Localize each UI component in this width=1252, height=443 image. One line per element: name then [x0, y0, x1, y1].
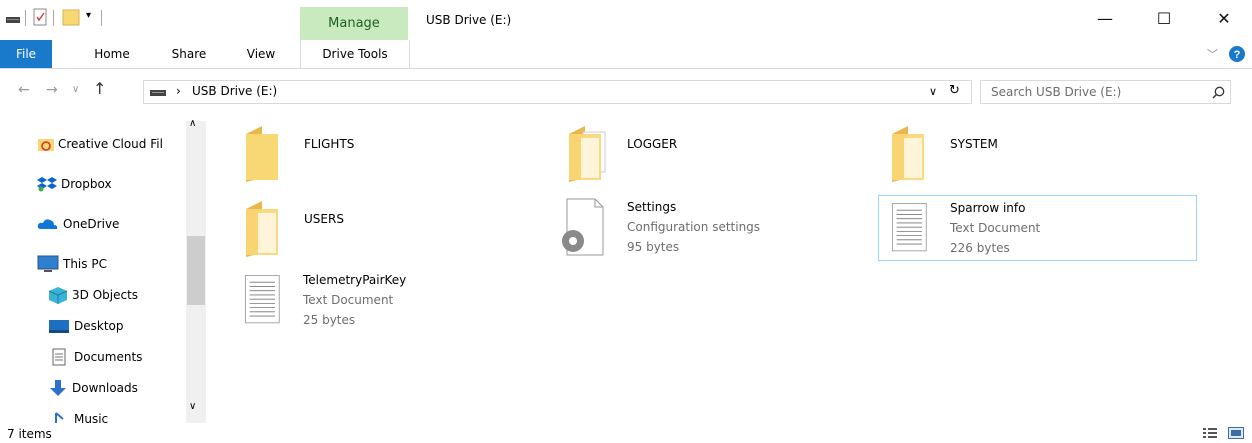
address-dropdown-icon[interactable]: ∨	[929, 85, 937, 98]
nav-item-label: 3D Objects	[72, 288, 139, 302]
creative-cloud-icon	[38, 139, 54, 151]
title-bar: ▾ Manage USB Drive (E:) — ☐ ✕	[0, 0, 1252, 40]
text-file-icon	[891, 203, 927, 252]
ribbon-tabs: File Home Share View Drive Tools ﹀ ?	[0, 40, 1252, 69]
file-item-telemetrypairkey[interactable]: TelemetryPairKey Text Document 25 bytes	[242, 268, 542, 334]
documents-icon	[52, 348, 66, 366]
qat-divider	[53, 10, 54, 26]
onedrive-icon	[37, 219, 58, 229]
ribbon-expand-icon[interactable]: ﹀	[1207, 46, 1218, 62]
search-icon[interactable]	[1212, 86, 1225, 99]
window-title: USB Drive (E:)	[426, 13, 512, 27]
large-icons-view-icon[interactable]	[1228, 427, 1244, 439]
forward-icon[interactable]: →	[46, 82, 58, 98]
nav-item-this-pc[interactable]: This PC	[37, 252, 107, 276]
nav-item-label: OneDrive	[63, 217, 120, 231]
recent-locations-icon[interactable]: ∨	[72, 84, 79, 95]
address-bar[interactable]: › USB Drive (E:) ∨ ↻	[143, 80, 972, 104]
nav-item-downloads[interactable]: Downloads	[48, 376, 138, 400]
qat-divider	[101, 10, 102, 26]
properties-icon[interactable]	[33, 8, 47, 26]
file-item-logger[interactable]: LOGGER	[565, 120, 865, 186]
close-button[interactable]: ✕	[1202, 0, 1246, 36]
nav-item-label: Music	[74, 412, 109, 423]
nav-item-label: Downloads	[72, 381, 138, 395]
folder-icon	[246, 126, 278, 182]
file-size: 95 bytes	[627, 240, 680, 254]
navigation-pane: Creative Cloud Fil Dropbox OneDrive This…	[0, 113, 207, 423]
tab-file[interactable]: File	[0, 40, 52, 68]
nav-item-3d-objects[interactable]: 3D Objects	[48, 283, 138, 307]
nav-item-label: Desktop	[74, 319, 124, 333]
file-item-system[interactable]: SYSTEM	[888, 120, 1188, 186]
nav-item-label: Creative Cloud Fil	[58, 137, 163, 151]
config-file-icon	[562, 198, 604, 256]
file-name: SYSTEM	[950, 137, 998, 151]
file-name: Settings	[627, 200, 677, 214]
3d-objects-icon	[48, 287, 68, 304]
music-icon	[55, 412, 64, 423]
qat-divider	[25, 10, 26, 26]
file-size: 25 bytes	[303, 313, 356, 327]
downloads-icon	[50, 380, 66, 396]
breadcrumb-separator[interactable]: ›	[176, 84, 181, 98]
nav-item-music[interactable]: Music	[52, 407, 108, 423]
details-view-icon[interactable]	[1203, 427, 1217, 439]
minimize-button[interactable]: —	[1083, 0, 1127, 36]
tab-home[interactable]: Home	[87, 40, 137, 68]
desktop-icon	[49, 320, 69, 333]
folder-icon	[569, 126, 606, 182]
maximize-button[interactable]: ☐	[1142, 0, 1186, 36]
breadcrumb-usb-drive[interactable]: USB Drive (E:)	[192, 84, 277, 98]
svg-text:?: ?	[1234, 49, 1241, 61]
refresh-icon[interactable]: ↻	[949, 83, 960, 98]
scroll-up-icon[interactable]: ∧	[189, 118, 196, 129]
tab-share[interactable]: Share	[164, 40, 214, 68]
file-item-users[interactable]: USERS	[242, 195, 542, 261]
nav-item-desktop[interactable]: Desktop	[48, 314, 124, 338]
nav-item-onedrive[interactable]: OneDrive	[37, 212, 119, 236]
file-type: Text Document	[303, 293, 394, 307]
file-name: LOGGER	[627, 137, 678, 151]
file-type: Configuration settings	[627, 220, 761, 234]
file-name: USERS	[304, 212, 344, 226]
file-type: Text Document	[950, 221, 1041, 235]
file-item-flights[interactable]: FLIGHTS	[242, 120, 542, 186]
dropbox-icon	[37, 177, 57, 192]
scroll-down-icon[interactable]: ∨	[189, 401, 196, 412]
nav-item-label: Dropbox	[61, 177, 112, 191]
nav-item-dropbox[interactable]: Dropbox	[37, 172, 112, 196]
file-item-sparrow-info[interactable]: Sparrow info Text Document 226 bytes	[878, 195, 1197, 261]
nav-item-label: This PC	[63, 257, 107, 271]
file-name: FLIGHTS	[304, 137, 355, 151]
nav-item-creative-cloud[interactable]: Creative Cloud Fil	[37, 132, 163, 156]
tab-manage[interactable]: Manage	[300, 7, 408, 40]
pc-icon	[37, 255, 59, 272]
qat-dropdown-icon[interactable]: ▾	[86, 10, 91, 21]
up-icon[interactable]: ↑	[93, 79, 106, 98]
tab-view[interactable]: View	[236, 40, 286, 68]
file-name: Sparrow info	[950, 201, 1026, 215]
tab-drive-tools[interactable]: Drive Tools	[300, 40, 410, 68]
folder-icon	[892, 126, 924, 182]
status-item-count: 7 items	[7, 427, 52, 441]
nav-item-documents[interactable]: Documents	[50, 345, 142, 369]
search-input[interactable]: Search USB Drive (E:)	[980, 80, 1231, 104]
text-file-icon	[244, 275, 280, 324]
search-placeholder: Search USB Drive (E:)	[991, 85, 1122, 99]
folder-icon	[246, 201, 278, 257]
drive-icon	[150, 90, 166, 96]
help-icon[interactable]: ?	[1229, 46, 1245, 62]
nav-item-label: Documents	[74, 350, 143, 364]
nav-scrollbar-thumb[interactable]	[187, 236, 205, 305]
file-size: 226 bytes	[950, 241, 1010, 255]
file-name: TelemetryPairKey	[303, 273, 407, 287]
new-folder-icon[interactable]	[62, 8, 80, 26]
back-icon[interactable]: ←	[18, 82, 30, 98]
drive-icon[interactable]	[6, 14, 20, 24]
file-item-settings[interactable]: Settings Configuration settings 95 bytes	[555, 195, 855, 261]
